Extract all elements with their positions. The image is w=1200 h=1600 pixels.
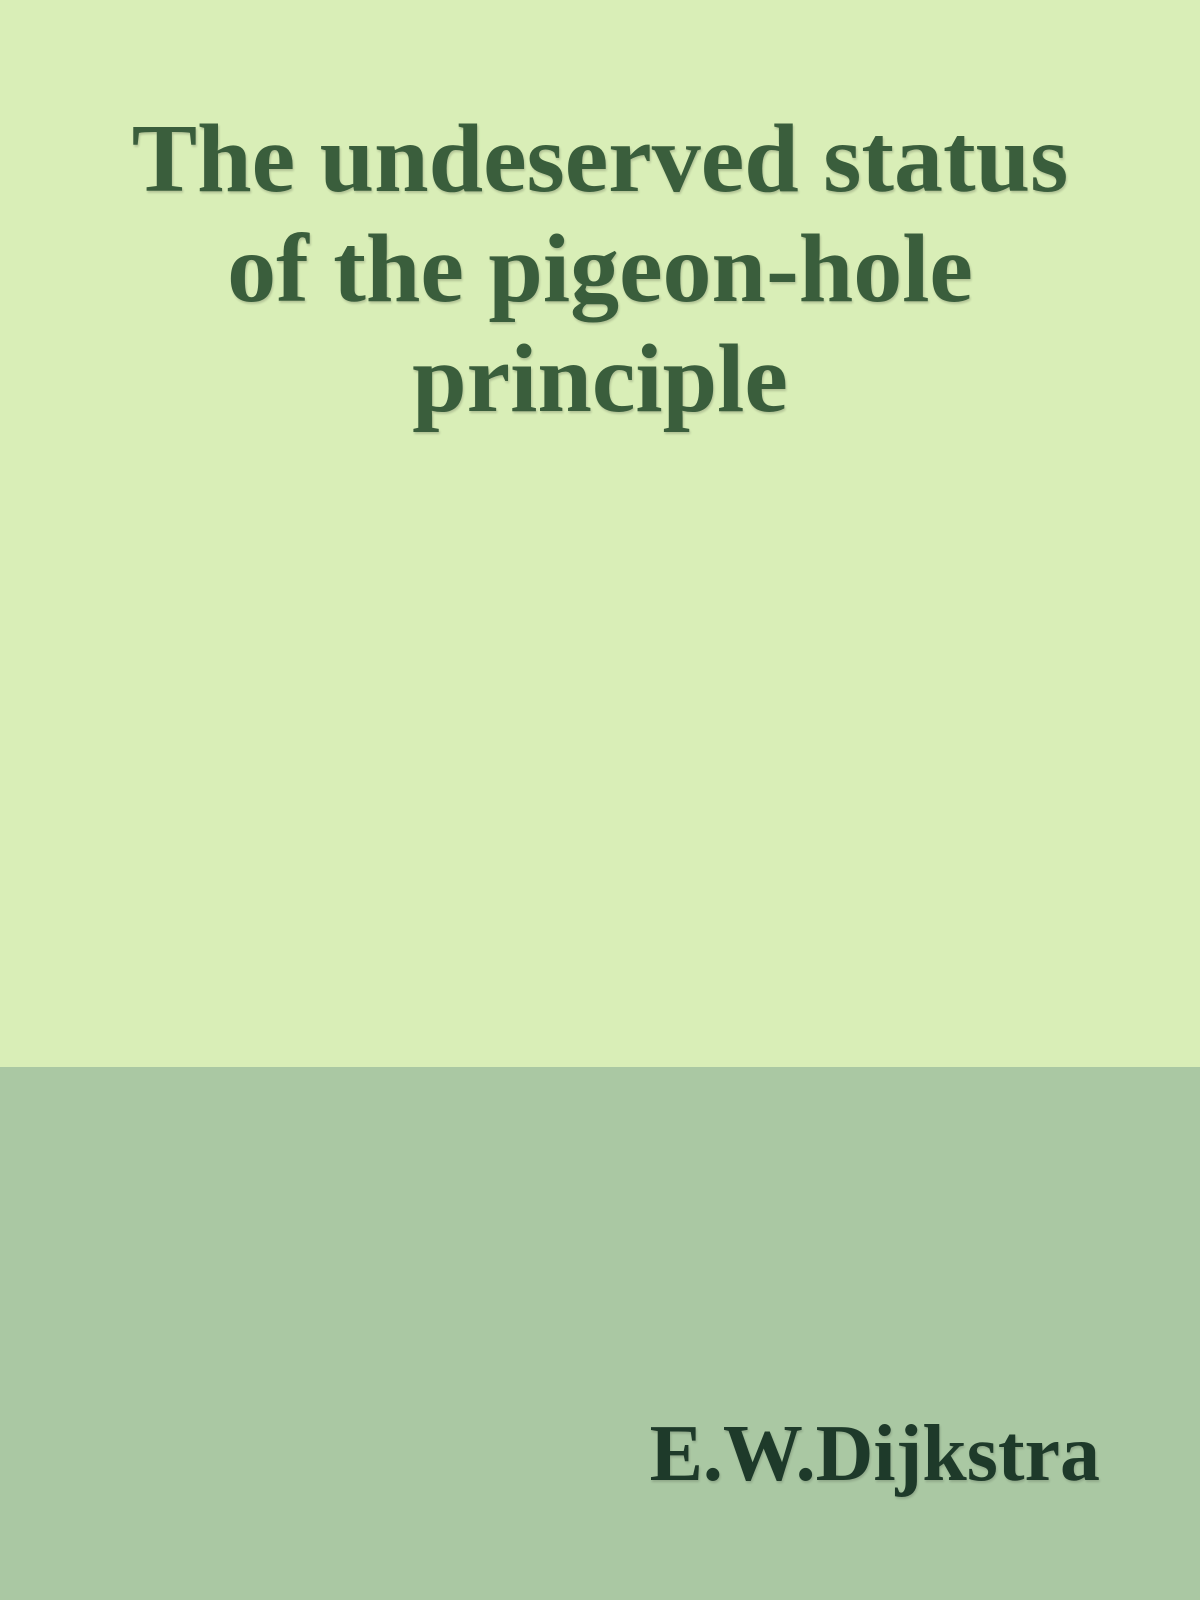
cover-title: The undeserved status of the pigeon-hole… xyxy=(131,105,1069,433)
cover-bottom-panel xyxy=(0,1067,1200,1600)
book-cover: The undeserved status of the pigeon-hole… xyxy=(0,0,1200,1600)
cover-top-panel: The undeserved status of the pigeon-hole… xyxy=(0,0,1200,1067)
cover-author: E.W.Dijkstra xyxy=(649,1410,1100,1498)
